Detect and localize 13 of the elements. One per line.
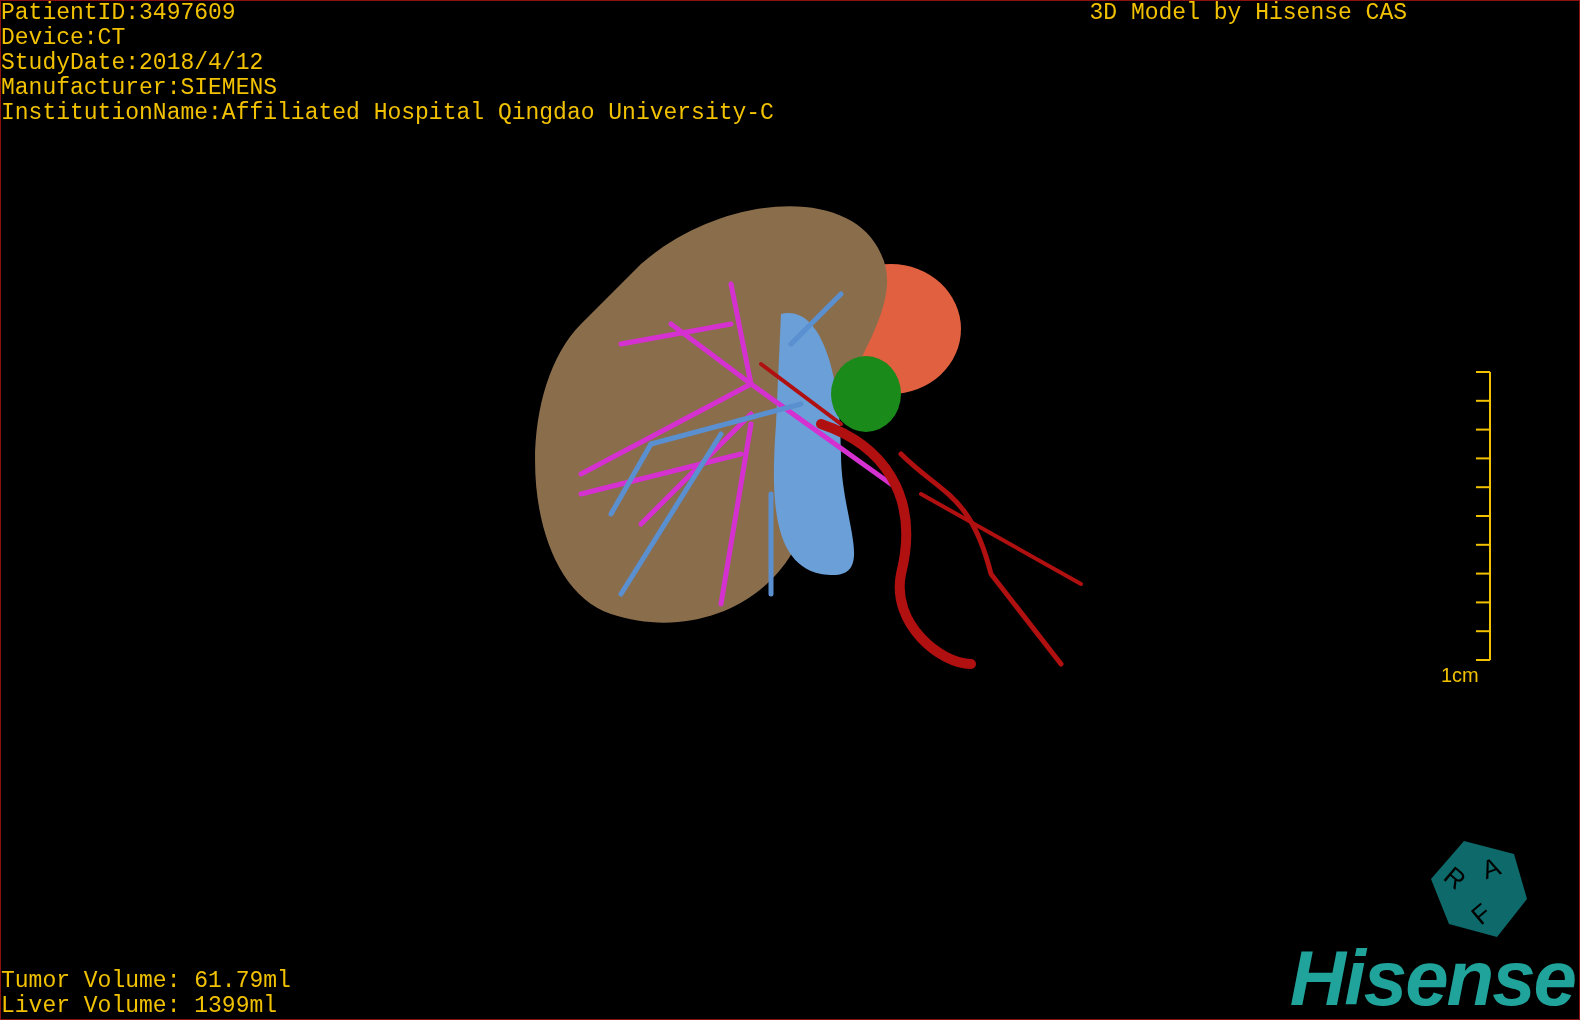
dicom-info-text: InstitutionName:Affiliated Hospital Qingdao University-C [1,101,774,126]
dicom-info-text: PatientID:3497609 [1,1,237,26]
viewer-title: 3D Model by Hisense CAS [1089,1,1407,26]
cube-face-label: R [1438,860,1472,896]
dicom-info-text: Device:CT [1,26,127,51]
scale-label: 1cm [1441,664,1479,687]
brand-logo: Hisense [1289,943,1575,1013]
dicom-info-text: StudyDate:2018/4/12 [1,51,265,76]
volume-text: Tumor Volume: 61.79ml [1,969,291,994]
cube-face-label: A [1477,850,1505,886]
volume-text: Liver Volume: 1399ml [1,994,279,1019]
cube-face-label: F [1465,897,1497,931]
dicom-info-text: Manufacturer:SIEMENS [1,76,279,101]
